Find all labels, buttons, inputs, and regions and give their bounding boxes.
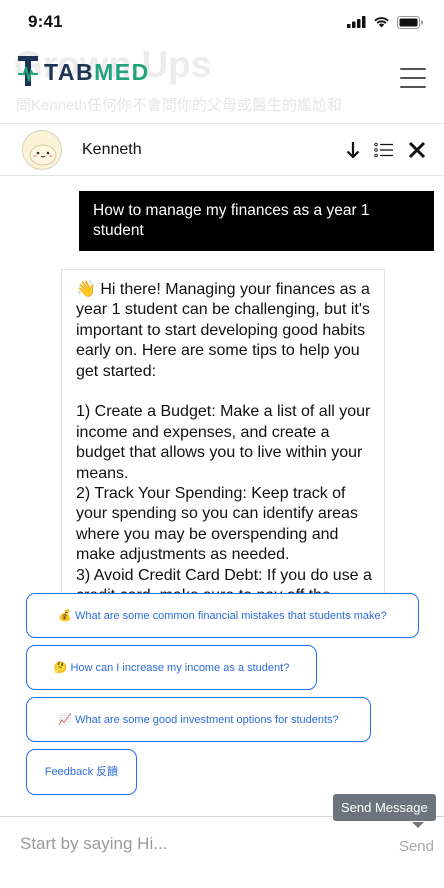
chat-header: Kenneth <box>0 124 444 176</box>
bot-message-bubble: 👋 Hi there! Managing your finances as a … <box>61 269 385 609</box>
hamburger-menu-button[interactable] <box>400 68 426 90</box>
list-icon <box>374 142 393 157</box>
suggestion-label: What are some good investment options fo… <box>75 713 339 726</box>
money-bag-icon: 💰 <box>58 609 72 622</box>
tabmed-logo[interactable]: TABMED <box>18 56 150 88</box>
send-tooltip: Send Message <box>333 794 436 821</box>
send-button[interactable]: Send <box>397 832 436 861</box>
app-header: Grown Ups 問Kenneth任何你不會問你的父母或醫生的尷尬和 TABM… <box>0 44 444 124</box>
status-icons <box>347 15 424 29</box>
user-message-bubble: How to manage my finances as a year 1 st… <box>79 191 434 251</box>
message-input[interactable] <box>18 832 397 855</box>
chart-increasing-icon: 📈 <box>58 713 73 726</box>
bottom-safe-area <box>0 870 444 888</box>
status-bar: 9:41 <box>0 0 444 44</box>
list-button[interactable] <box>374 142 394 158</box>
suggestion-button[interactable]: 🤔 How can I increase my income as a stud… <box>26 645 317 690</box>
close-chat-button[interactable] <box>408 141 426 159</box>
suggestion-button[interactable]: 📈 What are some good investment options … <box>26 697 371 742</box>
message-area[interactable]: How to manage my finances as a year 1 st… <box>0 176 444 816</box>
status-time: 9:41 <box>28 12 63 31</box>
feedback-button[interactable]: Feedback 反饋 <box>26 749 137 795</box>
wifi-icon <box>374 17 389 28</box>
chat-actions <box>346 141 426 159</box>
suggestion-list: 💰 What are some common financial mistake… <box>0 592 444 802</box>
chat-contact-name: Kenneth <box>82 140 142 158</box>
suggestion-label: How can I increase my income as a studen… <box>70 661 290 674</box>
close-icon <box>408 141 426 158</box>
background-subtitle: 問Kenneth任何你不會問你的父母或醫生的尷尬和 <box>16 97 342 114</box>
message-composer: Send <box>0 816 444 870</box>
menu-line <box>400 68 426 70</box>
menu-line <box>400 77 426 79</box>
suggestion-button[interactable]: 💰 What are some common financial mistake… <box>26 593 419 638</box>
scroll-down-button[interactable] <box>346 141 360 159</box>
avatar <box>22 129 62 170</box>
tooltip-arrow <box>412 822 424 828</box>
feedback-label: Feedback 反饋 <box>44 766 119 778</box>
thinking-face-icon: 🤔 <box>53 661 68 674</box>
menu-line <box>400 86 426 88</box>
character-face-icon <box>29 144 57 165</box>
signal-icon <box>347 16 366 28</box>
suggestion-label: What are some common financial mistakes … <box>74 609 387 622</box>
logo-mark-icon <box>18 56 38 86</box>
arrow-down-icon <box>346 141 360 159</box>
logo-text: TABMED <box>44 58 150 85</box>
battery-icon <box>397 15 423 29</box>
